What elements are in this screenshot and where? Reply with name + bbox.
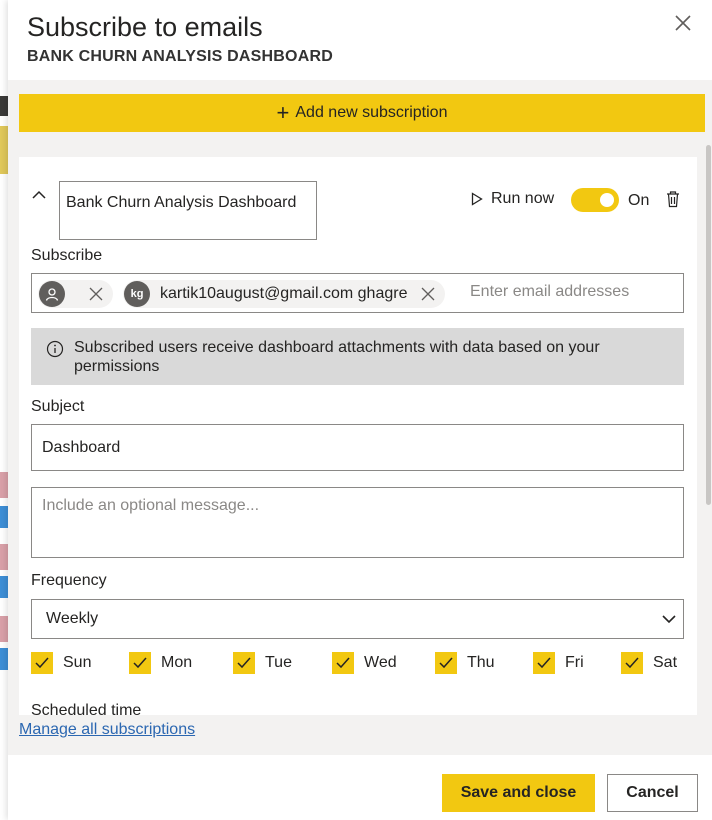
info-banner: Subscribed users receive dashboard attac… [31, 328, 684, 385]
subscribe-label: Subscribe [31, 247, 103, 264]
message-input[interactable] [31, 487, 684, 558]
plus-icon: + [276, 100, 290, 125]
email-input[interactable] [470, 283, 670, 301]
day-checkbox-wed[interactable]: Wed [332, 652, 397, 674]
recipient-text: kartik10august@gmail.com ghagre [160, 285, 408, 302]
day-label: Sun [63, 654, 92, 671]
toggle-label: On [628, 192, 650, 209]
info-icon [46, 340, 64, 358]
day-label: Sat [653, 654, 678, 671]
checkmark-icon [31, 652, 53, 674]
chevron-down-icon [662, 615, 676, 624]
panel-header: Subscribe to emails BANK CHURN ANALYSIS … [8, 0, 712, 80]
play-icon [471, 192, 483, 206]
remove-recipient-icon[interactable] [89, 287, 103, 301]
background-tile [0, 648, 8, 670]
day-label: Tue [265, 654, 292, 671]
background-tile [0, 126, 8, 174]
save-button[interactable]: Save and close [442, 774, 595, 812]
checkmark-icon [129, 652, 151, 674]
frequency-label: Frequency [31, 572, 107, 589]
recipient-chip [38, 280, 113, 308]
day-label: Wed [364, 654, 397, 671]
subscription-toggle[interactable] [571, 188, 619, 212]
subscribe-panel: Subscribe to emails BANK CHURN ANALYSIS … [8, 0, 712, 820]
background-tile [0, 544, 8, 570]
background-page [0, 0, 8, 820]
subscription-card: Bank Churn Analysis Dashboard Run now On… [19, 157, 697, 715]
chevron-up-icon[interactable] [31, 187, 47, 203]
day-checkbox-sun[interactable]: Sun [31, 652, 91, 674]
day-checkbox-mon[interactable]: Mon [129, 652, 192, 674]
person-icon [39, 281, 65, 307]
checkmark-icon [533, 652, 555, 674]
background-bar [0, 96, 8, 116]
toggle-knob [600, 193, 614, 207]
checkmark-icon [233, 652, 255, 674]
background-tile [0, 472, 8, 498]
day-label: Fri [565, 654, 584, 671]
background-tile [0, 506, 8, 528]
checkmark-icon [435, 652, 457, 674]
day-checkbox-fri[interactable]: Fri [533, 652, 584, 674]
panel-title: Subscribe to emails [27, 12, 263, 42]
day-label: Mon [161, 654, 193, 671]
close-icon[interactable] [672, 12, 694, 34]
cancel-button[interactable]: Cancel [607, 774, 698, 812]
subject-input[interactable] [31, 424, 684, 471]
recipient-avatar: kg [124, 281, 150, 307]
manage-subscriptions-link[interactable]: Manage all subscriptions [19, 721, 195, 739]
recipient-chip: kg kartik10august@gmail.com ghagre [123, 280, 446, 308]
run-now-button[interactable]: Run now [471, 190, 554, 208]
frequency-dropdown[interactable]: Weekly [31, 599, 684, 639]
day-label: Thu [467, 654, 495, 671]
subject-label: Subject [31, 398, 85, 415]
checkmark-icon [332, 652, 354, 674]
day-checkbox-thu[interactable]: Thu [435, 652, 495, 674]
day-checkbox-tue[interactable]: Tue [233, 652, 292, 674]
add-subscription-label: Add new subscription [295, 104, 448, 121]
checkmark-icon [621, 652, 643, 674]
scrollbar[interactable] [706, 145, 711, 505]
background-tile [0, 616, 8, 642]
scheduled-time-label: Scheduled time [31, 702, 142, 715]
panel-subtitle: BANK CHURN ANALYSIS DASHBOARD [27, 48, 333, 65]
add-subscription-button[interactable]: + Add new subscription [19, 94, 705, 132]
background-tile [0, 576, 8, 598]
run-now-label: Run now [491, 190, 555, 207]
recipients-field[interactable]: kg kartik10august@gmail.com ghagre [31, 273, 684, 313]
info-text: Subscribed users receive dashboard attac… [74, 339, 600, 375]
trash-icon[interactable] [665, 190, 681, 208]
remove-recipient-icon[interactable] [421, 287, 435, 301]
subscription-name-field[interactable]: Bank Churn Analysis Dashboard [59, 181, 317, 240]
frequency-value: Weekly [46, 610, 99, 627]
day-checkbox-sat[interactable]: Sat [621, 652, 677, 674]
